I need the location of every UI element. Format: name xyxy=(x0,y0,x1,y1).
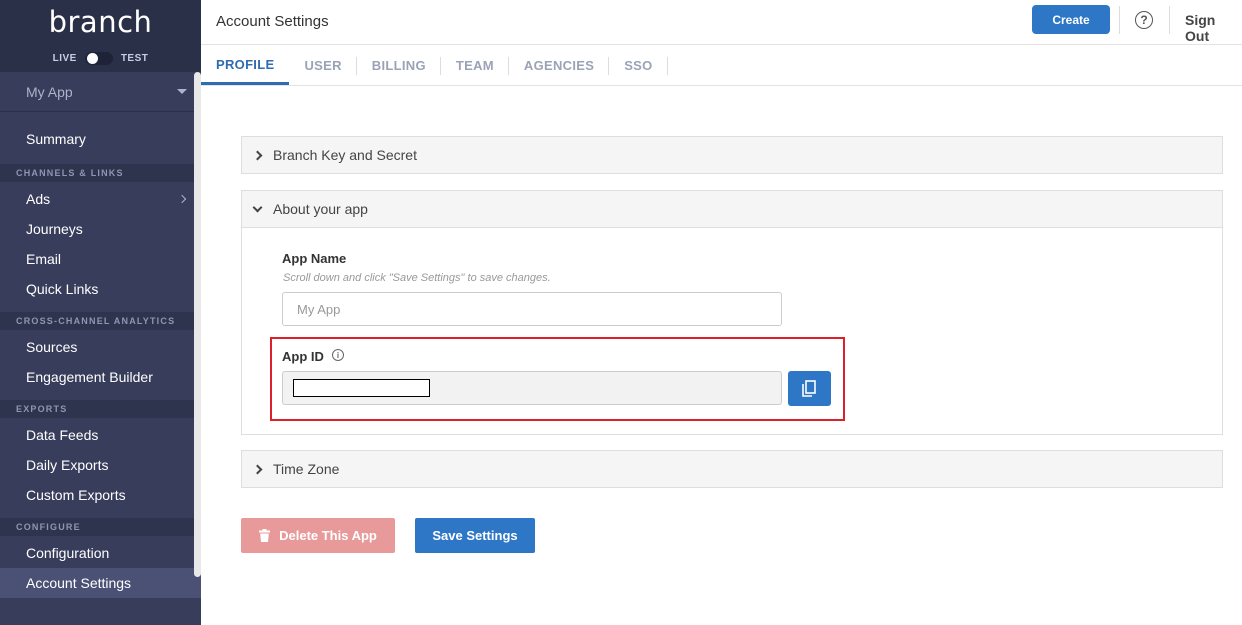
logo-text: branch xyxy=(48,5,153,39)
create-button[interactable]: Create xyxy=(1032,5,1110,34)
info-icon[interactable]: i xyxy=(332,349,344,361)
sidebar-scrollbar[interactable] xyxy=(194,72,201,577)
sidebar-item-engagement-builder[interactable]: Engagement Builder xyxy=(0,362,201,392)
sign-out-link[interactable]: Sign Out xyxy=(1185,12,1242,44)
copy-button[interactable] xyxy=(788,371,831,406)
delete-app-label: Delete This App xyxy=(279,528,377,543)
sidebar-item-label: Journeys xyxy=(26,221,83,237)
tab-team[interactable]: TEAM xyxy=(441,46,509,85)
header-divider xyxy=(1169,6,1170,34)
chevron-down-icon xyxy=(252,202,263,212)
sidebar-item-label: Daily Exports xyxy=(26,457,109,473)
top-header: Account Settings Create ? Sign Out xyxy=(201,0,1242,45)
app-id-label: App ID xyxy=(282,349,324,364)
sidebar-item-label: Engagement Builder xyxy=(26,369,153,385)
sidebar-item-label: Ads xyxy=(26,191,51,207)
tab-user[interactable]: USER xyxy=(289,46,358,85)
sidebar-item-label: Account Settings xyxy=(26,575,132,591)
sidebar-item-data-feeds[interactable]: Data Feeds xyxy=(0,420,201,450)
sidebar-item-label: Configuration xyxy=(26,545,110,561)
tab-billing[interactable]: BILLING xyxy=(357,46,441,85)
sidebar: branch LIVE TEST My App Summary CHANNELS… xyxy=(0,0,201,625)
test-label: TEST xyxy=(120,52,149,64)
trash-icon xyxy=(259,529,271,542)
sidebar-item-daily-exports[interactable]: Daily Exports xyxy=(0,450,201,480)
live-test-toggle[interactable]: LIVE TEST xyxy=(0,44,201,72)
sidebar-item-account-settings[interactable]: Account Settings xyxy=(0,568,201,598)
page-title: Account Settings xyxy=(216,13,329,30)
chevron-right-icon xyxy=(177,194,187,204)
app-name-label: App Name xyxy=(282,251,347,266)
sidebar-item-quick-links[interactable]: Quick Links xyxy=(0,274,201,304)
app-name-field[interactable]: My App xyxy=(282,292,782,326)
sidebar-item-journeys[interactable]: Journeys xyxy=(0,214,201,244)
panel-title: Time Zone xyxy=(273,461,340,477)
app-name-help: Scroll down and click "Save Settings" to… xyxy=(283,272,551,284)
branch-logo[interactable]: branch xyxy=(0,0,201,44)
tab-profile[interactable]: PROFILE xyxy=(201,46,290,85)
sidebar-item-label: Summary xyxy=(26,131,86,147)
sidebar-item-sources[interactable]: Sources xyxy=(0,332,201,362)
sidebar-item-label: Custom Exports xyxy=(26,487,126,503)
panel-title: Branch Key and Secret xyxy=(273,147,417,163)
header-divider xyxy=(1119,6,1120,34)
tab-agencies[interactable]: AGENCIES xyxy=(509,46,610,85)
caret-down-icon xyxy=(177,89,187,94)
app-selector[interactable]: My App xyxy=(0,72,201,112)
sidebar-item-email[interactable]: Email xyxy=(0,244,201,274)
sidebar-item-label: Email xyxy=(26,251,62,267)
toggle-knob xyxy=(86,52,98,64)
redacted-app-id xyxy=(293,379,430,397)
section-configure: CONFIGURE xyxy=(0,518,201,536)
panel-branch-key-secret[interactable]: Branch Key and Secret xyxy=(241,136,1223,174)
help-icon[interactable]: ? xyxy=(1135,11,1153,29)
sidebar-item-ads[interactable]: Ads xyxy=(0,184,201,214)
section-cross-channel-analytics: CROSS-CHANNEL ANALYTICS xyxy=(0,312,201,330)
sidebar-item-custom-exports[interactable]: Custom Exports xyxy=(0,480,201,510)
sidebar-item-label: Data Feeds xyxy=(26,427,99,443)
panel-title: About your app xyxy=(273,201,368,217)
section-channels-links: CHANNELS & LINKS xyxy=(0,164,201,182)
tab-sso[interactable]: SSO xyxy=(609,46,668,85)
section-exports: EXPORTS xyxy=(0,400,201,418)
toggle-switch[interactable] xyxy=(84,51,113,65)
panel-time-zone[interactable]: Time Zone xyxy=(241,450,1223,488)
delete-app-button[interactable]: Delete This App xyxy=(241,518,395,553)
chevron-right-icon xyxy=(252,464,263,474)
settings-tabs: PROFILE USER BILLING TEAM AGENCIES SSO xyxy=(201,46,1242,86)
save-settings-button[interactable]: Save Settings xyxy=(415,518,535,553)
sidebar-item-summary[interactable]: Summary xyxy=(0,124,201,154)
sidebar-item-configuration[interactable]: Configuration xyxy=(0,538,201,568)
panel-about-your-app[interactable]: About your app xyxy=(241,190,1223,228)
live-label: LIVE xyxy=(52,52,77,64)
app-selector-label: My App xyxy=(26,83,73,100)
copy-icon xyxy=(802,380,816,397)
sidebar-item-label: Sources xyxy=(26,339,78,355)
sidebar-item-label: Quick Links xyxy=(26,281,99,297)
chevron-right-icon xyxy=(252,150,263,160)
